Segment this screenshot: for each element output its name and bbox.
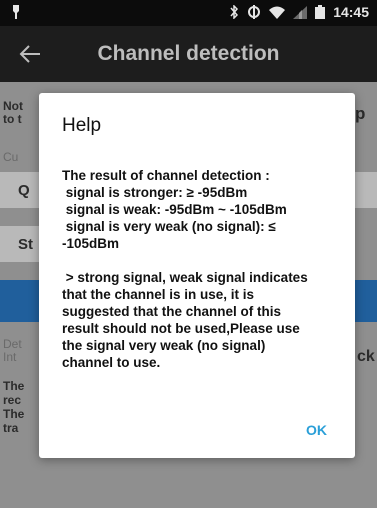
app-bar: Channel detection [0, 26, 377, 82]
signal-icon [293, 5, 308, 19]
dialog-message-line: The result of channel detection : [62, 168, 270, 183]
button-text-fragment: ck [357, 348, 375, 365]
wifi-icon [269, 6, 286, 19]
dialog-message-line: signal is weak: -95dBm ~ -105dBm [62, 202, 287, 217]
dialog-message-line: the signal very weak (no signal) [62, 338, 266, 353]
result-text-fragment: rec [3, 393, 22, 407]
dialog-message-line: that the channel is in use, it is [62, 287, 255, 302]
status-bar: 14:45 [0, 0, 377, 26]
ok-button[interactable]: OK [306, 422, 327, 438]
detect-button[interactable] [0, 280, 39, 322]
data-sync-icon [248, 5, 261, 19]
dialog-message-line: signal is very weak (no signal): ≤ [62, 219, 276, 234]
dialog-message-line: suggested that the channel of this [62, 304, 282, 319]
dialog-message-line: -105dBm [62, 236, 120, 251]
result-text-fragment: tra [3, 421, 19, 435]
note-text-fragment: to t [3, 112, 22, 126]
query-label-fragment: Q [18, 182, 30, 199]
bluetooth-icon [230, 5, 239, 19]
dialog-message: The result of channel detection : signal… [62, 167, 342, 371]
status-label-fragment: St [18, 236, 33, 253]
dialog-message-line: > strong signal, weak signal indicates [62, 270, 308, 285]
dialog-message-line: result should not be used,Please use [62, 321, 300, 336]
dialog-message-line: signal is stronger: ≥ -95dBm [62, 185, 248, 200]
detect-text-fragment: Det [3, 337, 22, 351]
query-field-right[interactable] [355, 172, 377, 208]
interval-text-fragment: Int [3, 350, 17, 364]
result-text-fragment: The [3, 379, 25, 393]
dialog-message-line: channel to use. [62, 355, 161, 370]
detect-button-right[interactable] [355, 280, 377, 322]
battery-icon [315, 5, 326, 19]
help-dialog: Help The result of channel detection : s… [39, 93, 355, 458]
result-text-fragment: The [3, 407, 25, 421]
notification-icon [13, 5, 19, 19]
page-title: Channel detection [97, 42, 280, 65]
dialog-spacer [62, 252, 342, 269]
current-label-fragment: Cu [3, 150, 19, 164]
status-icons: 14:45 [229, 4, 369, 20]
dialog-title: Help [62, 115, 102, 136]
clock: 14:45 [333, 4, 369, 20]
button-text-fragment: p [355, 104, 366, 123]
note-text-fragment: Not [3, 99, 23, 113]
